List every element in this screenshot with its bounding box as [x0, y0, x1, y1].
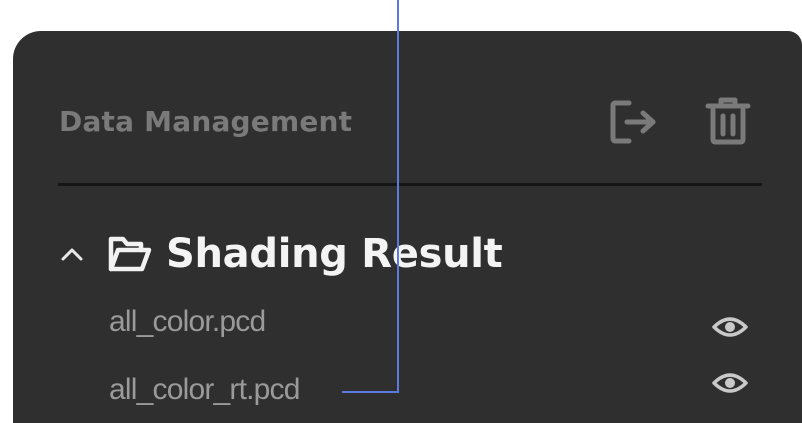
data-management-panel: Data Management Shading Result all_color…: [13, 31, 802, 423]
header-divider: [58, 183, 762, 186]
file-name: all_color_rt.pcd: [109, 373, 300, 406]
eye-icon[interactable]: [712, 369, 748, 397]
group-label: Shading Result: [166, 231, 503, 277]
export-icon[interactable]: [609, 99, 659, 145]
panel-title: Data Management: [59, 105, 353, 138]
chevron-up-icon[interactable]: [59, 241, 85, 267]
folder-open-icon: [107, 233, 153, 275]
trash-icon[interactable]: [705, 97, 751, 145]
file-name: all_color.pcd: [109, 305, 266, 338]
eye-icon[interactable]: [712, 313, 748, 341]
file-item[interactable]: all_color_rt.pcd: [109, 369, 759, 417]
tree-group-shading-result[interactable]: Shading Result: [59, 229, 559, 281]
file-item[interactable]: all_color.pcd: [109, 301, 759, 349]
